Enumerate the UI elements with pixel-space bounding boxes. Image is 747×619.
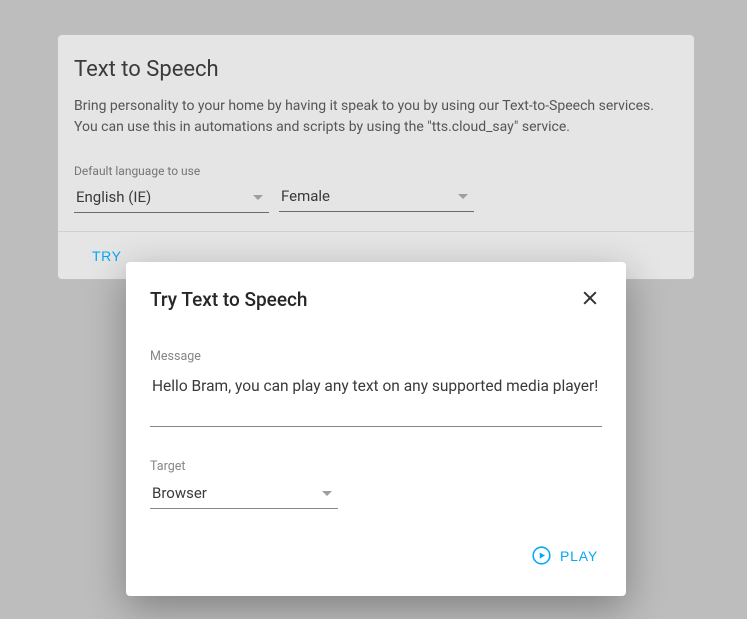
close-icon [580,288,600,308]
modal-header: Try Text to Speech [150,286,602,313]
modal-actions: PLAY [150,539,602,572]
message-field: Message [150,349,602,431]
target-select[interactable]: Browser [150,478,338,509]
target-field: Target Browser [150,459,602,509]
play-icon [531,545,552,566]
chevron-down-icon [322,491,332,496]
play-label: PLAY [560,548,598,564]
message-input[interactable] [150,368,602,427]
try-tts-modal: Try Text to Speech Message Target Browse… [126,262,626,596]
play-button[interactable]: PLAY [527,539,602,572]
target-label: Target [150,459,602,474]
modal-title: Try Text to Speech [150,288,308,311]
close-button[interactable] [578,286,602,313]
message-label: Message [150,349,602,364]
modal-overlay: Try Text to Speech Message Target Browse… [0,0,747,619]
target-value: Browser [152,484,207,502]
